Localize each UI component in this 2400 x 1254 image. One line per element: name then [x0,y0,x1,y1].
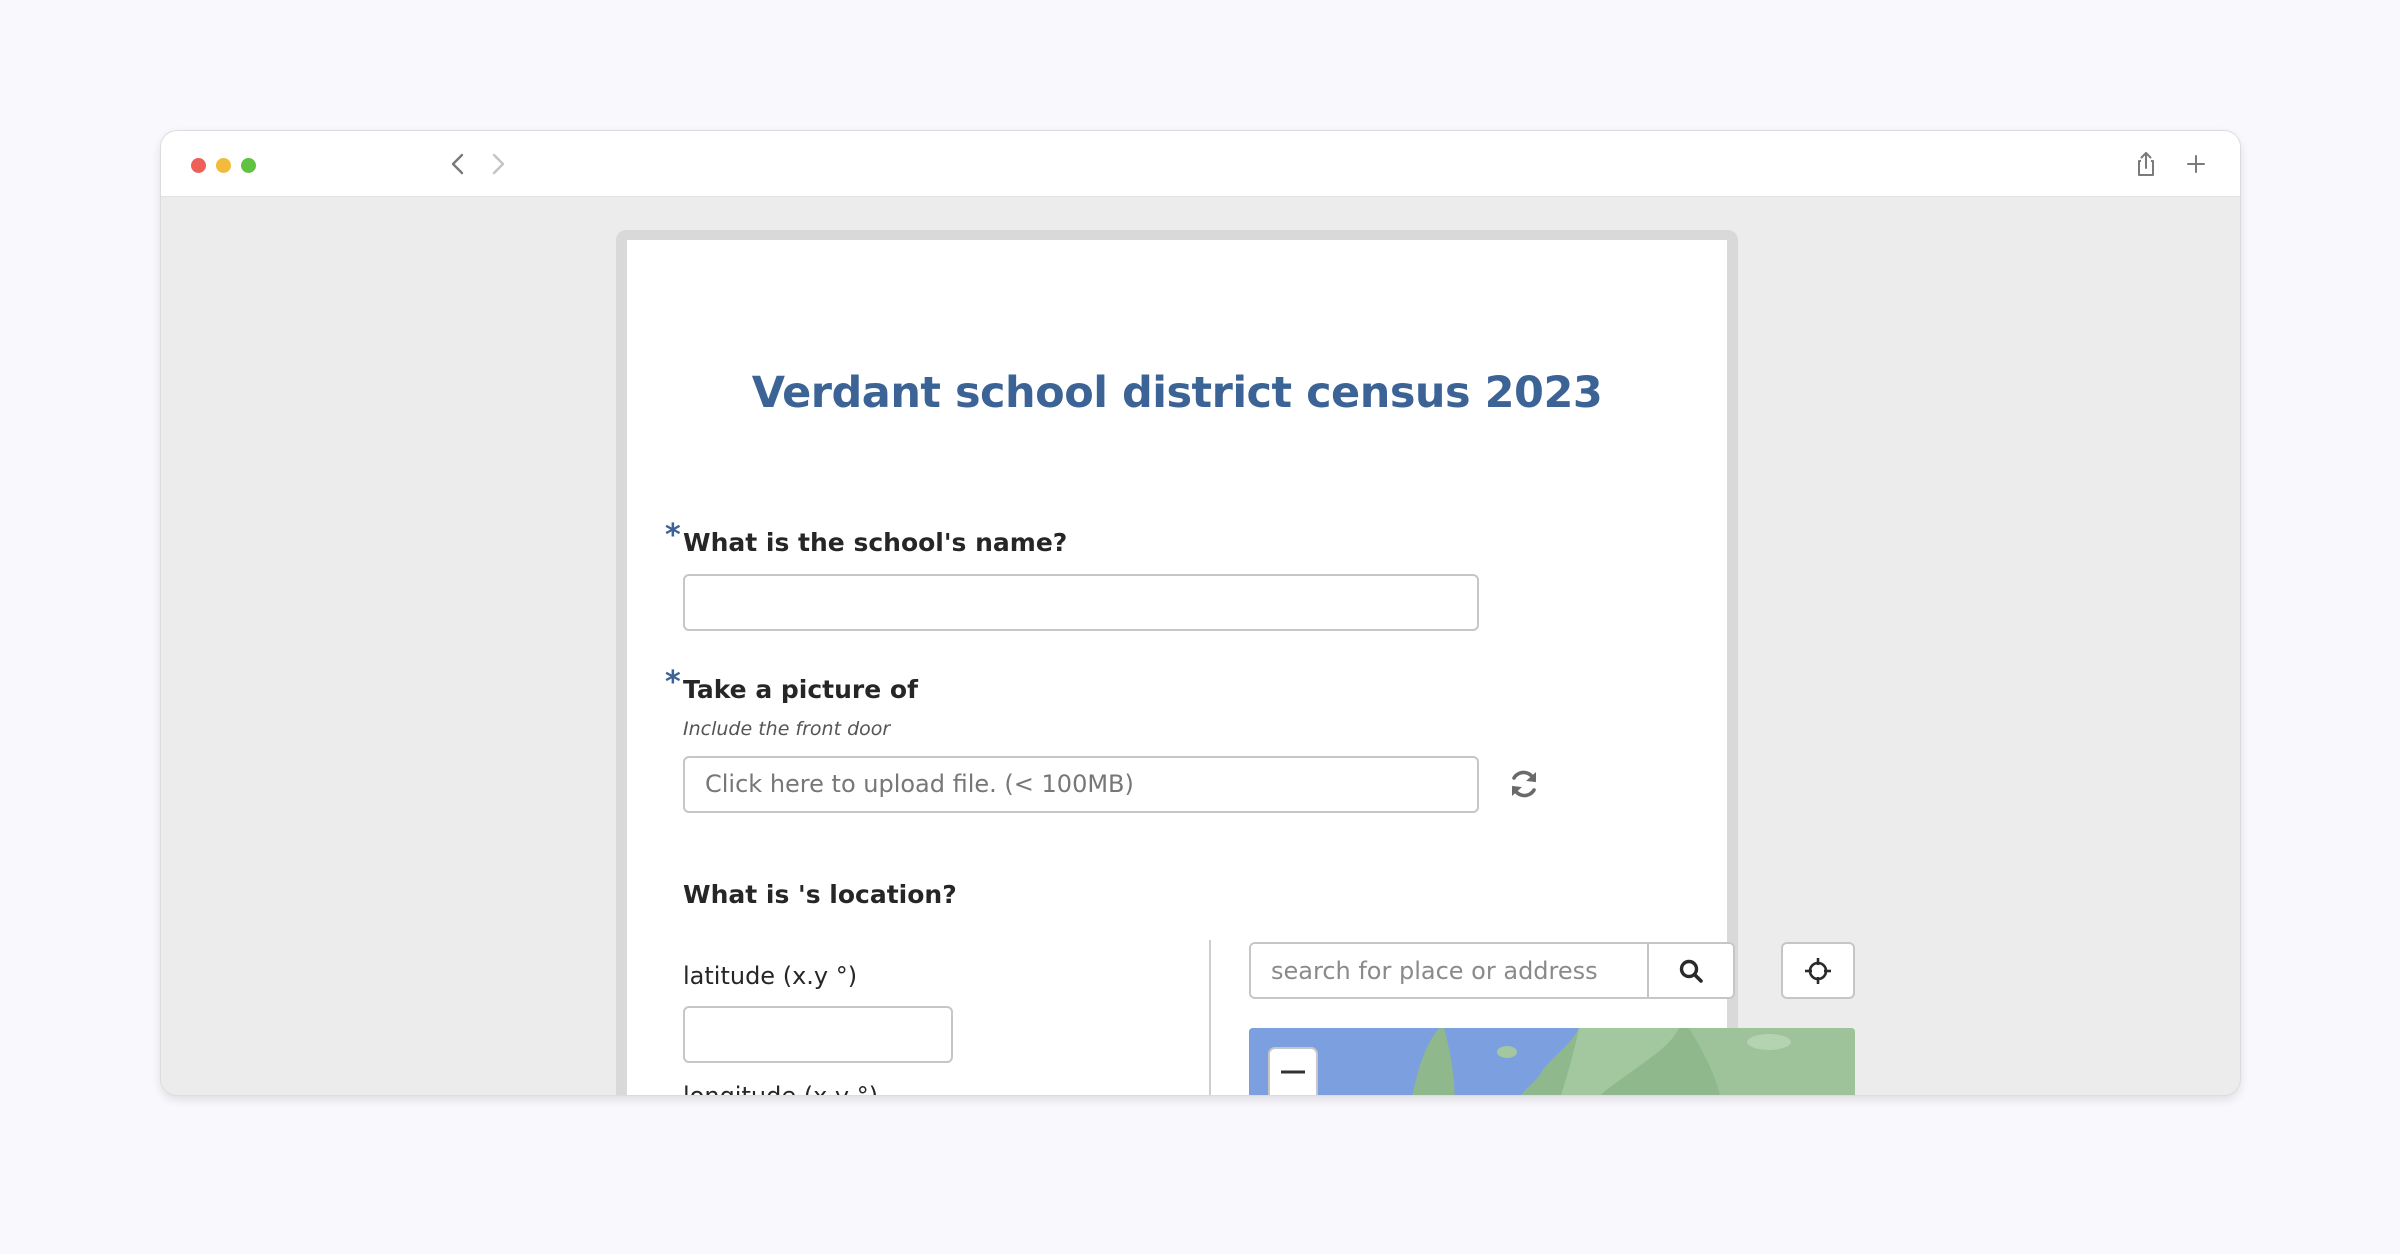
map-search-group [1249,942,1735,999]
picture-hint: Include the front door [683,718,891,740]
longitude-label: longitude (x.y °) [683,1082,878,1095]
map-search-button[interactable] [1647,944,1733,997]
map-search-input[interactable] [1251,944,1647,997]
close-window-button[interactable] [191,158,206,173]
location-label: What is 's location? [683,880,957,909]
location-map[interactable] [1249,1028,1855,1095]
file-upload-field[interactable]: Click here to upload file. (< 100MB) [683,756,1479,813]
school-name-input[interactable] [683,574,1479,631]
required-marker: * [665,665,681,700]
chevron-left-icon[interactable] [446,151,470,177]
minimize-window-button[interactable] [216,158,231,173]
latitude-input[interactable] [683,1006,953,1063]
refresh-icon[interactable] [1507,767,1541,801]
form-title: Verdant school district census 2023 [751,368,1603,418]
search-icon [1679,959,1703,983]
chevron-right-icon[interactable] [486,151,510,177]
browser-window: Verdant school district census 2023 * Wh… [161,131,2240,1095]
maximize-window-button[interactable] [241,158,256,173]
picture-label: Take a picture of [683,675,918,704]
school-name-label: What is the school's name? [683,528,1068,557]
location-divider [1209,940,1211,1095]
browser-titlebar [161,131,2240,197]
share-icon[interactable] [2131,149,2161,179]
form-card: Verdant school district census 2023 * Wh… [627,240,1855,1095]
plus-icon[interactable] [2181,149,2211,179]
page-viewport: Verdant school district census 2023 * Wh… [161,198,2240,1095]
required-marker: * [665,518,681,553]
crosshair-icon [1805,957,1831,984]
locate-me-button[interactable] [1781,942,1855,999]
latitude-label: latitude (x.y °) [683,962,858,990]
